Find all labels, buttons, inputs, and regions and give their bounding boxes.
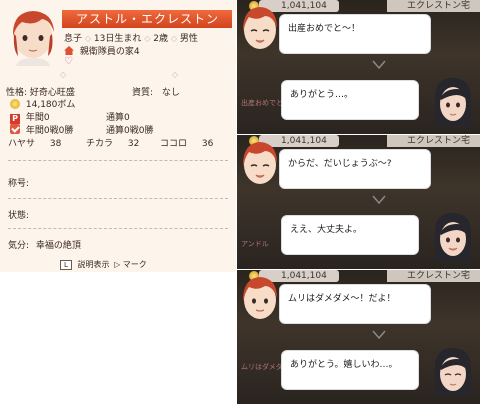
mood-row: 気分: 幸福の絶頂 (8, 238, 81, 251)
advance-arrow-icon[interactable] (372, 195, 386, 205)
house-info: 親衛隊員の家4 (64, 44, 140, 57)
boy-face (243, 142, 277, 184)
woman-face (435, 348, 471, 396)
hud-house: エクレストン宅 (387, 135, 480, 147)
title-row: 称号: (8, 176, 29, 189)
money-value: 14,180ボム (25, 100, 76, 110)
total-record-row: 通算0戦0勝 (106, 123, 153, 136)
diamond-icon: ◇ (170, 34, 178, 43)
house-text: 親衛隊員の家4 (79, 47, 140, 57)
advance-arrow-icon[interactable] (372, 330, 386, 340)
mood-value: 幸福の絶頂 (35, 241, 81, 251)
boy-dialogue: ムリはダメダメ～！だよ！ (279, 284, 431, 324)
woman-dialogue: ありがとう…。 (281, 80, 419, 120)
stat-value: 36 (201, 139, 214, 149)
total-record: 通算0戦0勝 (106, 126, 154, 136)
footer-mark-text: マーク (122, 260, 147, 269)
diamond-icon: ◇ (144, 34, 151, 43)
stat-label: ココロ (160, 139, 188, 149)
stat-value: 38 (49, 139, 62, 149)
annual-record: 年間0戦0勝 (25, 126, 74, 136)
heart-icon: ♡ (64, 56, 73, 67)
stat-power: チカラ 32 (86, 136, 139, 149)
house-icon (64, 46, 74, 55)
status-panel: アストル・エクレストン 息子 ◇ 13日生まれ ◇ 2歳 ◇ 男性 親衛隊員の家… (0, 0, 236, 272)
footer-help-text: 説明表示 (77, 260, 110, 269)
talent-row: 資質: なし (132, 85, 180, 98)
title-label: 称号: (8, 179, 30, 189)
condition-divider (8, 228, 228, 230)
stat-label: ハヤサ (8, 139, 36, 149)
stat-heart: ココロ 36 (160, 136, 213, 149)
money-row: 14,180ボム (10, 97, 75, 110)
boy-dialogue: 出産おめでと～！ (279, 14, 431, 54)
boy-dialogue: からだ、だいじょうぶ～? (279, 149, 431, 189)
points-row: P 年間0 (10, 110, 50, 124)
battle-record-icon (10, 124, 20, 134)
age-text: 2歳 (153, 34, 169, 44)
woman-dialogue: ありがとう。嬉しいわ…。 (281, 350, 419, 390)
stat-divider (8, 160, 228, 162)
condition-row: 状態: (8, 208, 29, 221)
scene-2: 1,041,104 エクレストン宅 からだ、だいじょうぶ～? アンドル ええ、大… (237, 135, 480, 269)
woman-face (435, 213, 471, 261)
basic-info: 息子 ◇ 13日生まれ ◇ 2歳 ◇ 男性 (64, 31, 198, 44)
diamond-icon: ◇ (171, 70, 179, 79)
boy-face (243, 7, 277, 49)
total-points-row: 通算0 (106, 110, 130, 123)
l-key-icon: L (60, 260, 72, 270)
hud-house: エクレストン宅 (387, 270, 480, 282)
woman-face (435, 78, 471, 126)
ghost-text: アンドル (241, 240, 269, 248)
stat-value: 32 (127, 139, 140, 149)
stat-label: チカラ (86, 139, 114, 149)
boy-face (243, 277, 277, 319)
diamond-icon: ◇ (84, 34, 92, 43)
talent-value: なし (161, 88, 180, 98)
relation-text: 息子 (64, 34, 83, 44)
child-portrait (13, 11, 54, 66)
divider-diamonds: ◇ ◇ (60, 70, 178, 80)
diamond-icon: ◇ (60, 70, 67, 79)
advance-arrow-icon[interactable] (372, 60, 386, 70)
r-key-icon: ▷ (114, 260, 121, 269)
footer-help[interactable]: L 説明表示 ▷ マーク (60, 259, 200, 272)
character-name: アストル・エクレストン (62, 10, 232, 28)
coin-icon (10, 99, 20, 109)
birth-text: 13日生まれ (93, 34, 142, 44)
title-divider (8, 198, 228, 200)
total-points: 通算0 (106, 113, 130, 123)
hud-house: エクレストン宅 (387, 0, 480, 12)
sex-text: 男性 (179, 34, 198, 44)
condition-label: 状態: (8, 211, 30, 221)
scene-3: 1,041,104 エクレストン宅 ムリはダメダメ～！だよ！ ムリはダメダメ ア… (237, 270, 480, 404)
annual-points: 年間0 (25, 113, 50, 123)
talent-label: 資質: (132, 88, 154, 98)
record-row: 年間0戦0勝 (10, 123, 73, 136)
mood-label: 気分: (8, 241, 30, 251)
heart-icon-row: ♡ (64, 56, 73, 67)
woman-dialogue: ええ、大丈夫よ。 (281, 215, 419, 255)
scene-1: 1,041,104 エクレストン宅 出産おめでと～！ 出産おめでと アンドル あ… (237, 0, 480, 134)
stat-speed: ハヤサ 38 (8, 136, 61, 149)
